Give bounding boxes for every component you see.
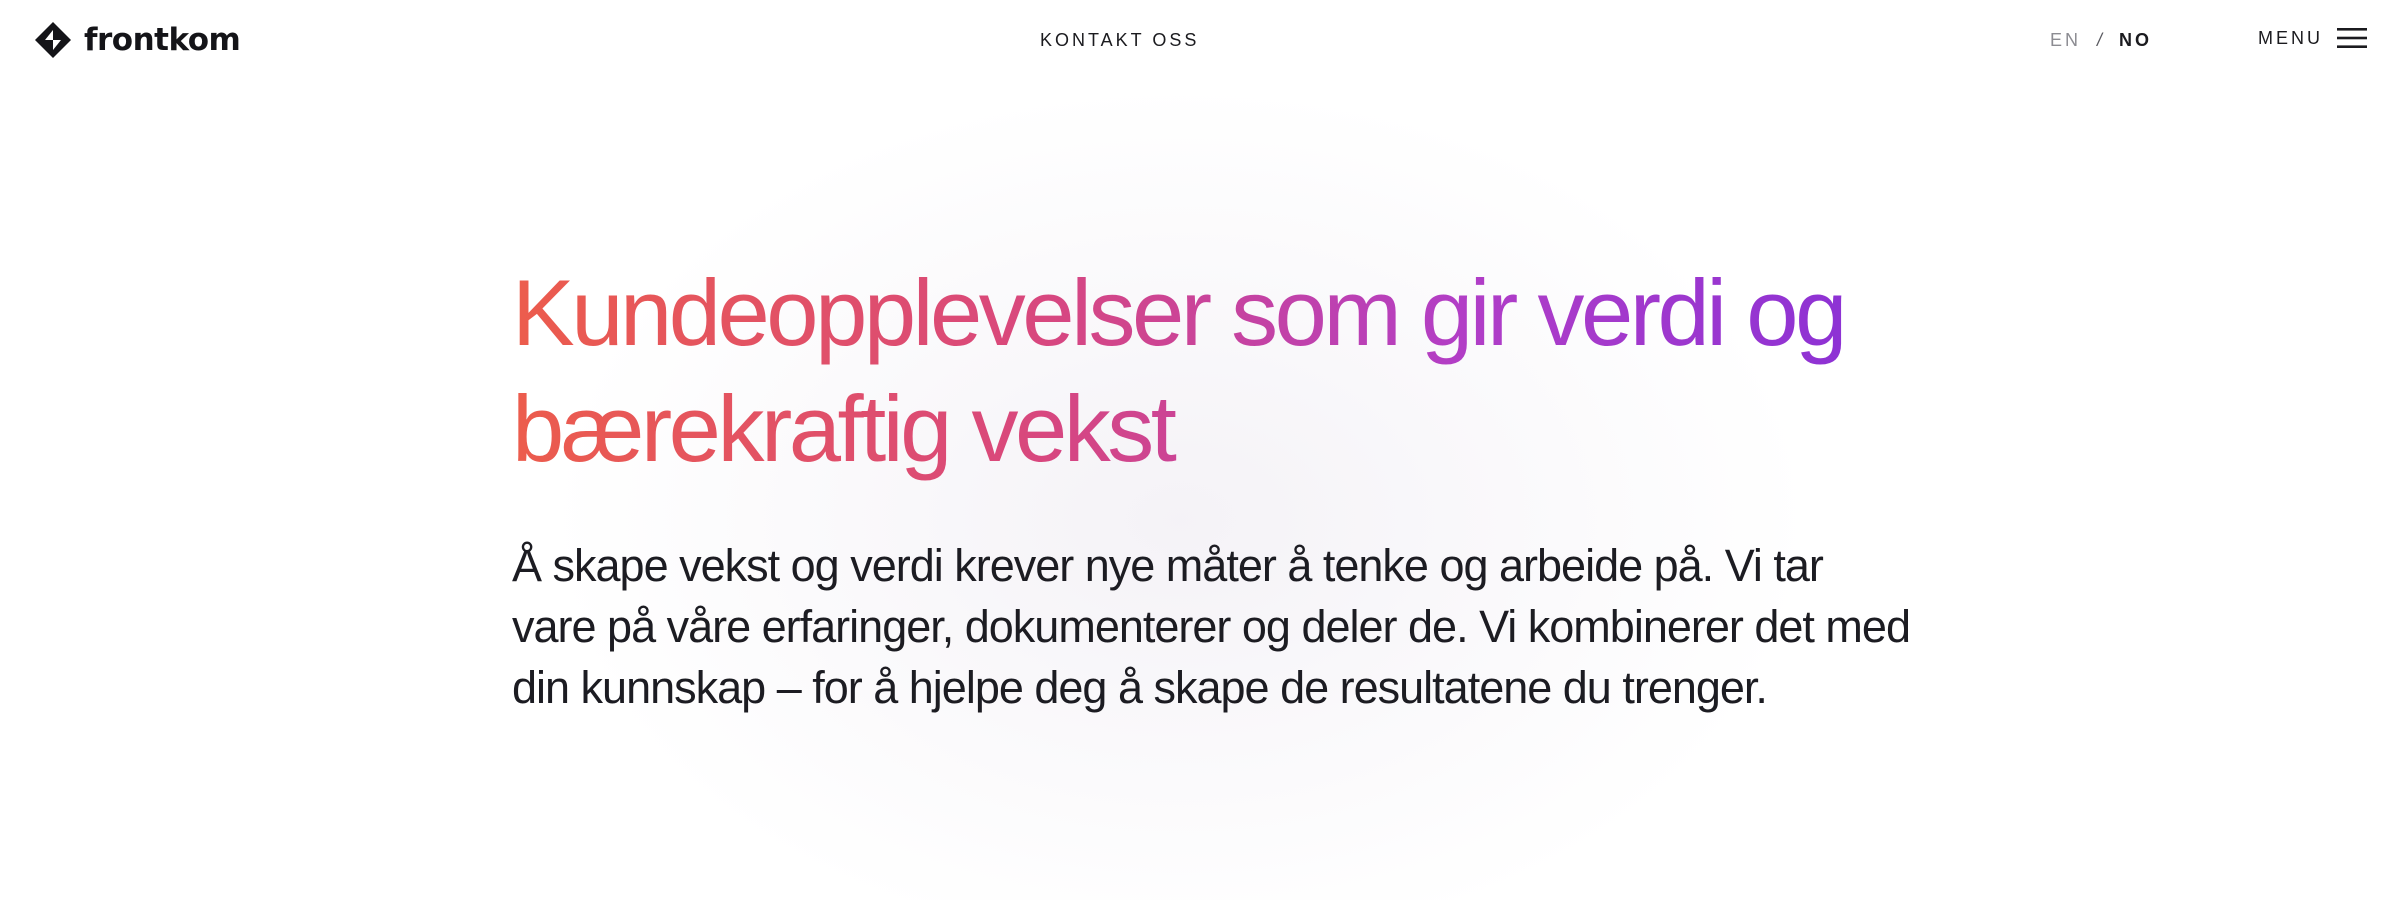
menu-button[interactable]: MENU: [2258, 26, 2367, 50]
contact-link[interactable]: KONTAKT OSS: [1040, 30, 1199, 51]
logo-text: frontkom: [84, 22, 241, 58]
language-switcher: EN / NO: [2050, 30, 2152, 51]
hero-intro-text: Å skape vekst og verdi krever nye måter …: [512, 540, 1911, 713]
hero-section: Kundeopplevelser som gir verdi og bærekr…: [512, 255, 1911, 718]
hamburger-icon: [2337, 28, 2367, 48]
logo-link[interactable]: frontkom: [34, 21, 241, 59]
lang-no-link[interactable]: NO: [2119, 30, 2152, 51]
page: frontkom KONTAKT OSS EN / NO MENU Kundeo…: [0, 0, 2400, 900]
hero-title: Kundeopplevelser som gir verdi og bærekr…: [512, 255, 1902, 487]
frontkom-logo-icon: [35, 22, 71, 58]
site-header: frontkom KONTAKT OSS EN / NO MENU: [0, 0, 2400, 84]
menu-label: MENU: [2258, 27, 2323, 48]
lang-en-link[interactable]: EN: [2050, 30, 2081, 51]
lang-separator: /: [2097, 30, 2106, 50]
